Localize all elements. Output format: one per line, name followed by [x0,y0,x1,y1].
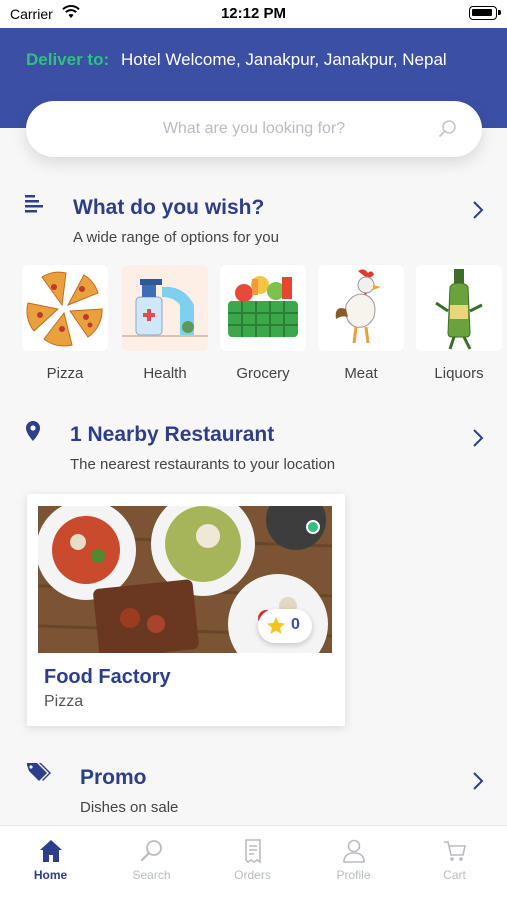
nav-item-orders[interactable]: Orders [202,826,303,900]
nearby-section-subtitle: The nearest restaurants to your location [70,456,336,473]
category-label: Health [143,365,187,382]
nav-item-search[interactable]: Search [101,826,202,900]
grocery-basket-icon [220,265,306,351]
rating-badge: 0 [258,609,312,643]
promo-section-subtitle: Dishes on sale [80,799,179,816]
category-list[interactable]: Pizza Health Grocery Meat Liquors [20,265,507,385]
list-icon [25,195,43,213]
search-icon [140,840,162,862]
category-item-pizza[interactable]: Pizza [20,265,110,385]
nearby-chevron-right-icon[interactable] [470,428,486,448]
wish-section-title: What do you wish? [73,196,265,219]
restaurant-photo: 0 [38,506,332,653]
restaurant-cuisine: Pizza [44,693,84,710]
home-icon [40,840,62,862]
wish-section-subtitle: A wide range of options for you [73,229,279,246]
deliver-to-label: Deliver to: [26,50,110,69]
delivery-address[interactable]: Hotel Welcome, Janakpur, Janakpur, Nepal [121,50,447,70]
bottle-icon [416,265,502,351]
restaurant-name: Food Factory [44,666,171,688]
clock: 12:12 PM [220,5,287,22]
search-input[interactable]: What are you looking for? [26,101,482,157]
location-pin-icon [26,421,40,441]
category-item-grocery[interactable]: Grocery [218,265,308,385]
nav-label-profile: Profile [336,868,371,882]
promo-chevron-right-icon[interactable] [470,771,486,791]
nav-label-orders: Orders [234,868,271,882]
nav-label-cart: Cart [443,868,466,882]
category-item-health[interactable]: Health [120,265,210,385]
category-label: Grocery [236,365,290,382]
open-status-dot [306,520,320,534]
restaurant-card[interactable]: 0 Food Factory Pizza [27,494,345,726]
rating-value: 0 [291,616,300,633]
search-placeholder: What are you looking for? [162,120,346,137]
pizza-icon [22,265,108,351]
promo-section-title: Promo [80,766,147,789]
bottom-nav: Home Search Orders Profile Cart [0,825,507,900]
tag-icon [27,763,51,781]
nav-label-home: Home [33,868,68,882]
category-label: Pizza [46,365,84,382]
nearby-section-title: 1 Nearby Restaurant [70,423,275,446]
hand-sanitizer-icon [122,265,208,351]
nav-item-cart[interactable]: Cart [404,826,505,900]
category-item-liquors[interactable]: Liquors [414,265,504,385]
category-item-meat[interactable]: Meat [316,265,406,385]
category-label: Liquors [434,365,484,382]
nav-item-home[interactable]: Home [0,826,101,900]
user-icon [343,839,365,863]
chicken-icon [318,265,404,351]
cart-icon [444,841,466,861]
star-icon [267,617,285,634]
category-label: Meat [344,365,378,382]
receipt-icon [245,839,261,864]
search-icon[interactable] [438,119,458,139]
battery-icon [469,6,501,20]
nav-label-search: Search [132,868,171,882]
status-bar: Carrier 12:12 PM [0,0,507,28]
nav-item-profile[interactable]: Profile [303,826,404,900]
wish-chevron-right-icon[interactable] [470,200,486,220]
